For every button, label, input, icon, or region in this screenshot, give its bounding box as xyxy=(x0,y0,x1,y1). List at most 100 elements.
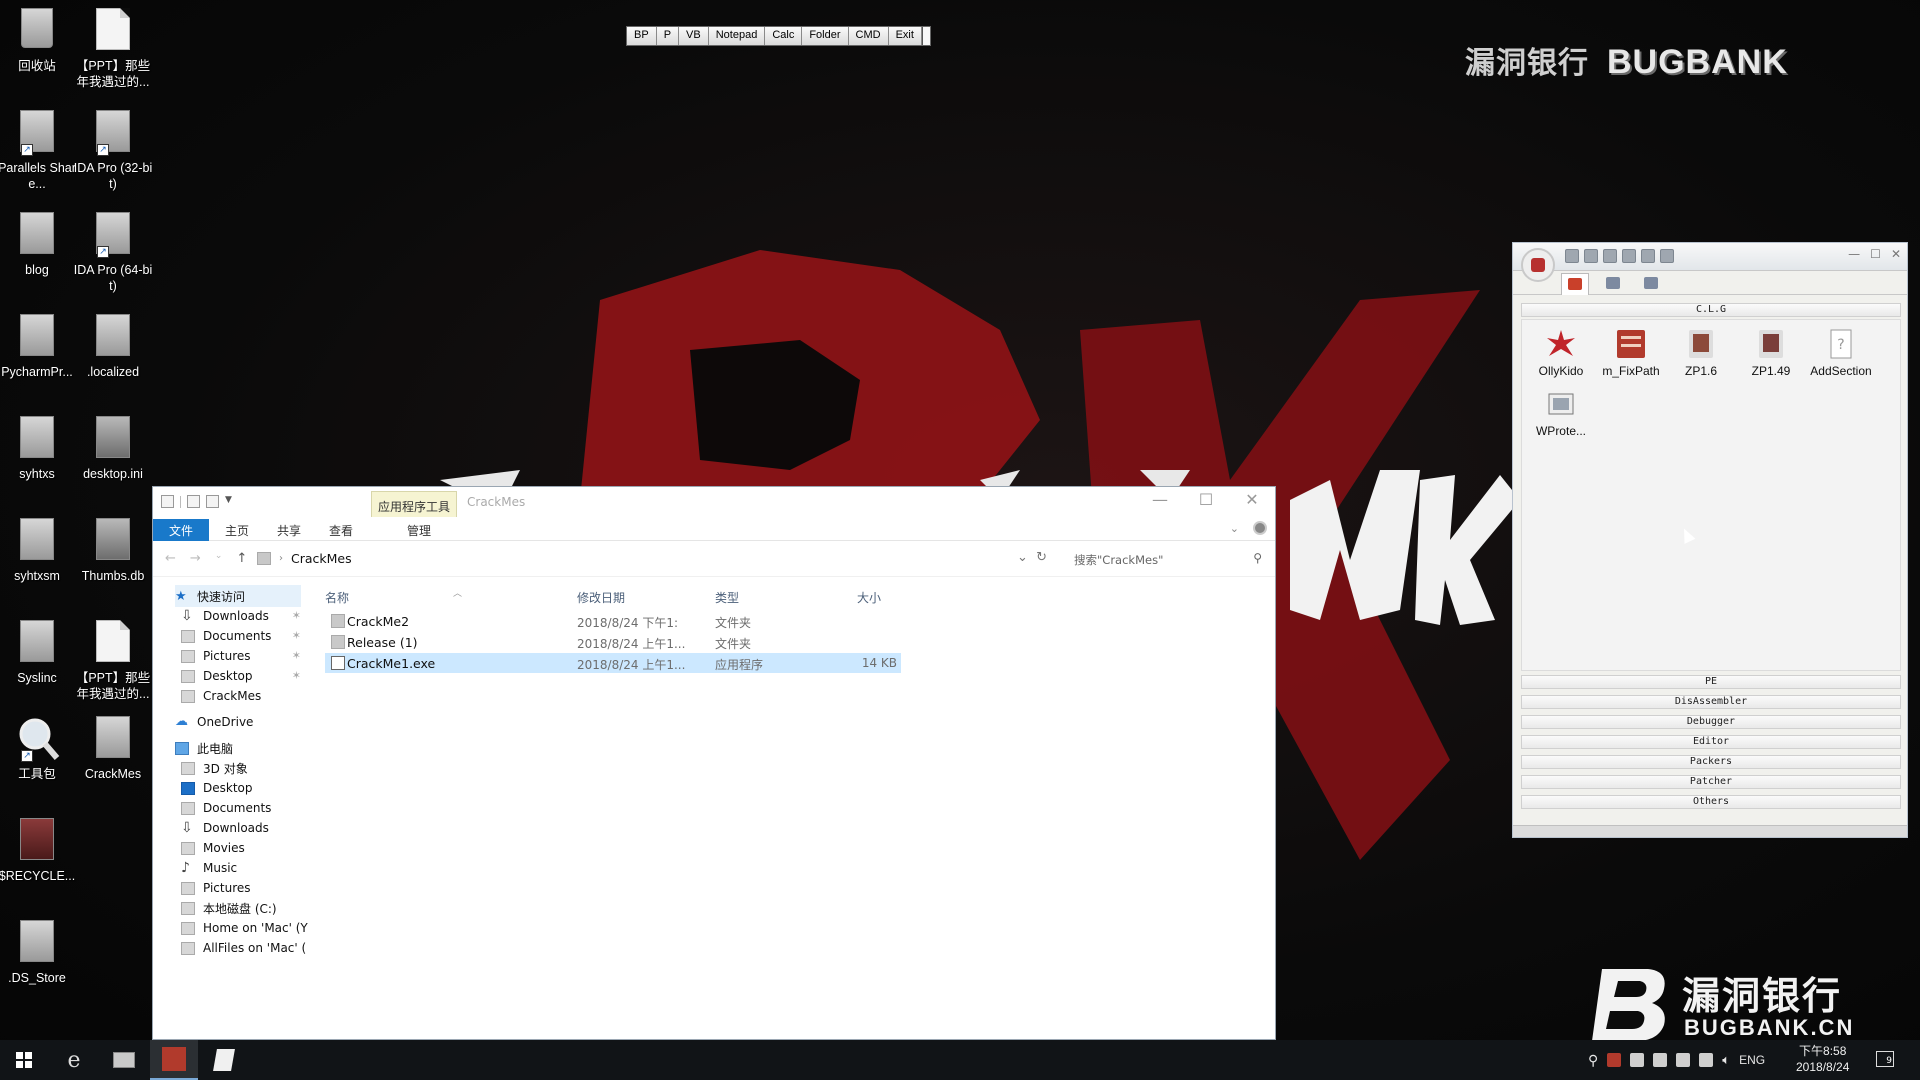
tab-home[interactable]: 主页 xyxy=(217,519,257,541)
desktop-icon-parallels[interactable]: ↗ Parallels Share... xyxy=(0,110,78,192)
toolbar-button-bp[interactable]: BP xyxy=(627,27,657,45)
notification-center-button[interactable]: 9 xyxy=(1876,1051,1894,1067)
desktop-icon-ppt-1[interactable]: 【PPT】那些年我遇过的... xyxy=(72,8,154,90)
up-arrow-icon[interactable]: ↑ xyxy=(236,551,247,566)
desktop-icon-crackmes[interactable]: CrackMes xyxy=(72,716,154,782)
tab-folder[interactable] xyxy=(1599,273,1627,295)
tray-security-icon[interactable] xyxy=(1630,1053,1645,1067)
recent-chevron-icon[interactable]: ⌄ xyxy=(215,551,223,566)
app-addsection[interactable]: ? AddSection xyxy=(1806,328,1876,378)
pin-icon[interactable]: ✶ xyxy=(292,629,301,642)
breadcrumb-item[interactable]: CrackMes xyxy=(291,551,352,566)
taskbar-explorer[interactable] xyxy=(100,1040,148,1080)
category-patcher[interactable]: Patcher xyxy=(1521,775,1901,789)
chevron-down-icon[interactable]: ⌄ xyxy=(1017,550,1028,565)
desktop-icon-pycharm[interactable]: PycharmPr... xyxy=(0,314,78,380)
desktop-icon-desktop-ini[interactable]: desktop.ini xyxy=(72,416,154,482)
column-header-type[interactable]: 类型 xyxy=(715,589,739,611)
tab-file[interactable]: 文件 xyxy=(153,519,209,541)
sidebar-item[interactable]: Desktop xyxy=(181,777,277,799)
app-ollykido[interactable]: OllyKido xyxy=(1526,328,1596,378)
new-folder-icon[interactable] xyxy=(206,495,219,508)
globe-icon[interactable] xyxy=(1641,249,1655,263)
sidebar-item[interactable]: ♪ Music xyxy=(181,857,277,879)
breadcrumb[interactable]: › CrackMes xyxy=(257,551,352,566)
desktop-icon-toolkit[interactable]: ↗ 工具包 xyxy=(0,716,78,782)
app-m-fixpath[interactable]: m_FixPath xyxy=(1596,328,1666,378)
sidebar-item[interactable]: AllFiles on 'Mac' ( xyxy=(181,937,306,959)
sidebar-item[interactable]: Pictures ✶ xyxy=(181,645,301,667)
tray-app-icon[interactable] xyxy=(1607,1053,1622,1067)
desktop-icon-recycle-bin[interactable]: 回收站 xyxy=(0,8,78,74)
sidebar-item[interactable]: ⇩ Downloads xyxy=(181,817,277,839)
sidebar-item[interactable]: Documents xyxy=(181,797,277,819)
toolbar-button-exit[interactable]: Exit xyxy=(888,27,922,45)
toolbar-button-p[interactable]: P xyxy=(656,27,680,45)
desktop-icon-recycle-folder[interactable]: $RECYCLE... xyxy=(0,818,78,884)
category-editor[interactable]: Editor xyxy=(1521,735,1901,749)
sidebar-item[interactable]: CrackMes xyxy=(181,685,277,707)
forward-arrow-icon[interactable]: → xyxy=(190,551,201,566)
taskbar-clock[interactable]: 下午8:58 2018/8/24 xyxy=(1796,1043,1849,1075)
toolbar-button-vb[interactable]: VB xyxy=(679,27,709,45)
user-icon[interactable] xyxy=(1603,249,1617,263)
taskbar-edge[interactable]: e xyxy=(50,1040,98,1080)
tab-manage[interactable]: 管理 xyxy=(391,519,447,541)
desktop-icon-blog[interactable]: blog xyxy=(0,212,78,278)
desktop-icon-ida32[interactable]: ↗ IDA Pro (32-bit) xyxy=(72,110,154,192)
table-row[interactable]: CrackMe2 2018/8/24 下午1: 文件夹 xyxy=(325,611,901,631)
category-header-clg[interactable]: C.L.G xyxy=(1521,303,1901,317)
table-row[interactable]: Release (1) 2018/8/24 上午1... 文件夹 xyxy=(325,632,901,652)
table-row[interactable]: CrackMe1.exe 2018/8/24 上午1... 应用程序 14 KB xyxy=(325,653,901,673)
tab-share[interactable]: 共享 xyxy=(269,519,309,541)
column-header-name[interactable]: 名称 xyxy=(325,589,349,611)
desktop-icon-syhtxs[interactable]: syhtxs xyxy=(0,416,78,482)
toolbar-button-cmd[interactable]: CMD xyxy=(848,27,889,45)
category-pe[interactable]: PE xyxy=(1521,675,1901,689)
toolbar-button-calc[interactable]: Calc xyxy=(765,27,803,45)
expand-ribbon-icon[interactable]: ⌄ xyxy=(1230,522,1239,535)
pin-icon[interactable]: ✶ xyxy=(292,649,301,662)
sidebar-item[interactable]: Movies xyxy=(181,837,277,859)
column-header-size[interactable]: 大小 xyxy=(857,589,881,611)
tab-view[interactable]: 查看 xyxy=(321,519,361,541)
close-button[interactable]: ✕ xyxy=(1229,487,1275,515)
app-wprotect[interactable]: WProte... xyxy=(1526,388,1596,438)
sidebar-item[interactable]: 此电脑 xyxy=(175,737,271,759)
sidebar-item[interactable]: ⇩ Downloads ✶ xyxy=(181,605,301,627)
clg-logo-icon[interactable] xyxy=(1521,248,1555,282)
battery-icon[interactable] xyxy=(1676,1053,1691,1067)
desktop-icon-ida64[interactable]: ↗ IDA Pro (64-bit) xyxy=(72,212,154,294)
column-header-date[interactable]: 修改日期 xyxy=(577,589,625,611)
clg-title-bar[interactable]: — ☐ ✕ xyxy=(1513,243,1907,282)
window-icon[interactable] xyxy=(1584,249,1598,263)
explorer-title-bar[interactable]: ▼ 应用程序工具 CrackMes — ☐ ✕ xyxy=(153,487,1275,517)
tab-application-tools[interactable]: 应用程序工具 xyxy=(371,491,458,517)
toolbar-grip[interactable] xyxy=(921,27,930,45)
tab-home[interactable] xyxy=(1561,273,1589,295)
toolbar-button-notepad[interactable]: Notepad xyxy=(708,27,766,45)
pin-icon[interactable]: ✶ xyxy=(292,669,301,682)
desktop-icon-thumbs-db[interactable]: Thumbs.db xyxy=(72,518,154,584)
taskbar-notepad[interactable] xyxy=(200,1040,248,1080)
desktop-icon-syhtxsm[interactable]: syhtxsm xyxy=(0,518,78,584)
language-indicator[interactable]: ENG xyxy=(1739,1053,1765,1067)
start-button[interactable] xyxy=(0,1040,48,1080)
chevron-down-icon[interactable]: ▼ xyxy=(225,495,235,508)
category-disassembler[interactable]: DisAssembler xyxy=(1521,695,1901,709)
sidebar-item[interactable]: Desktop ✶ xyxy=(181,665,301,687)
back-arrow-icon[interactable]: ← xyxy=(165,551,176,566)
taskbar-clg[interactable] xyxy=(150,1040,198,1080)
desktop-icon-localized[interactable]: .localized xyxy=(72,314,154,380)
app-zp16[interactable]: ZP1.6 xyxy=(1666,328,1736,378)
desktop-icon-ds-store[interactable]: .DS_Store xyxy=(0,920,78,986)
close-button[interactable]: ✕ xyxy=(1891,247,1901,261)
category-packers[interactable]: Packers xyxy=(1521,755,1901,769)
sidebar-item[interactable]: Documents ✶ xyxy=(181,625,301,647)
maximize-button[interactable]: ☐ xyxy=(1183,487,1229,515)
volume-icon[interactable]: 🔈︎ xyxy=(1722,1052,1730,1068)
network-icon[interactable] xyxy=(1699,1053,1714,1067)
desktop-icon-syslinc[interactable]: Syslinc xyxy=(0,620,78,686)
help-icon[interactable] xyxy=(1253,521,1267,535)
pin-icon[interactable]: ✶ xyxy=(292,609,301,622)
